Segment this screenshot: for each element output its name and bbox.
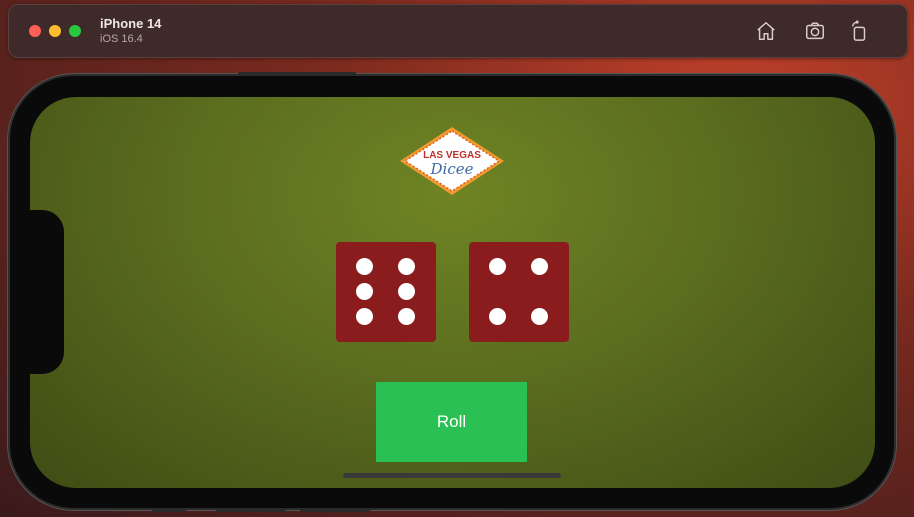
home-indicator[interactable] bbox=[343, 473, 561, 478]
rotate-icon bbox=[851, 20, 866, 41]
right-die bbox=[469, 242, 569, 342]
zoom-window-button[interactable] bbox=[69, 25, 81, 37]
device-name: iPhone 14 bbox=[100, 16, 162, 31]
die-pip bbox=[531, 258, 548, 275]
die-pip bbox=[489, 258, 506, 275]
side-button bbox=[238, 72, 356, 76]
screenshot-button[interactable] bbox=[803, 19, 827, 43]
die-pip bbox=[398, 258, 415, 275]
home-button[interactable] bbox=[754, 19, 778, 43]
die-pip bbox=[398, 308, 415, 325]
die-pip bbox=[356, 258, 373, 275]
simulator-title-bar: iPhone 14 iOS 16.4 bbox=[8, 4, 908, 58]
close-window-button[interactable] bbox=[29, 25, 41, 37]
las-vegas-dicee-logo: LAS VEGAS Dicee bbox=[400, 127, 504, 195]
os-version: iOS 16.4 bbox=[100, 33, 143, 45]
die-pip bbox=[356, 283, 373, 300]
app-screen: LAS VEGAS Dicee Roll bbox=[30, 97, 875, 488]
home-icon bbox=[757, 22, 775, 40]
left-die bbox=[336, 242, 436, 342]
side-button bbox=[216, 508, 286, 512]
minimize-window-button[interactable] bbox=[49, 25, 61, 37]
die-pip bbox=[531, 308, 548, 325]
die-pip bbox=[489, 308, 506, 325]
die-pip bbox=[398, 283, 415, 300]
rotate-button[interactable] bbox=[847, 19, 871, 43]
die-pip bbox=[356, 308, 373, 325]
screenshot-icon bbox=[806, 22, 824, 40]
roll-button[interactable]: Roll bbox=[376, 382, 527, 462]
window-controls bbox=[29, 25, 81, 37]
side-button bbox=[300, 508, 370, 512]
logo-line2: Dicee bbox=[430, 160, 474, 178]
dynamic-island bbox=[30, 210, 64, 374]
side-button bbox=[152, 508, 186, 512]
